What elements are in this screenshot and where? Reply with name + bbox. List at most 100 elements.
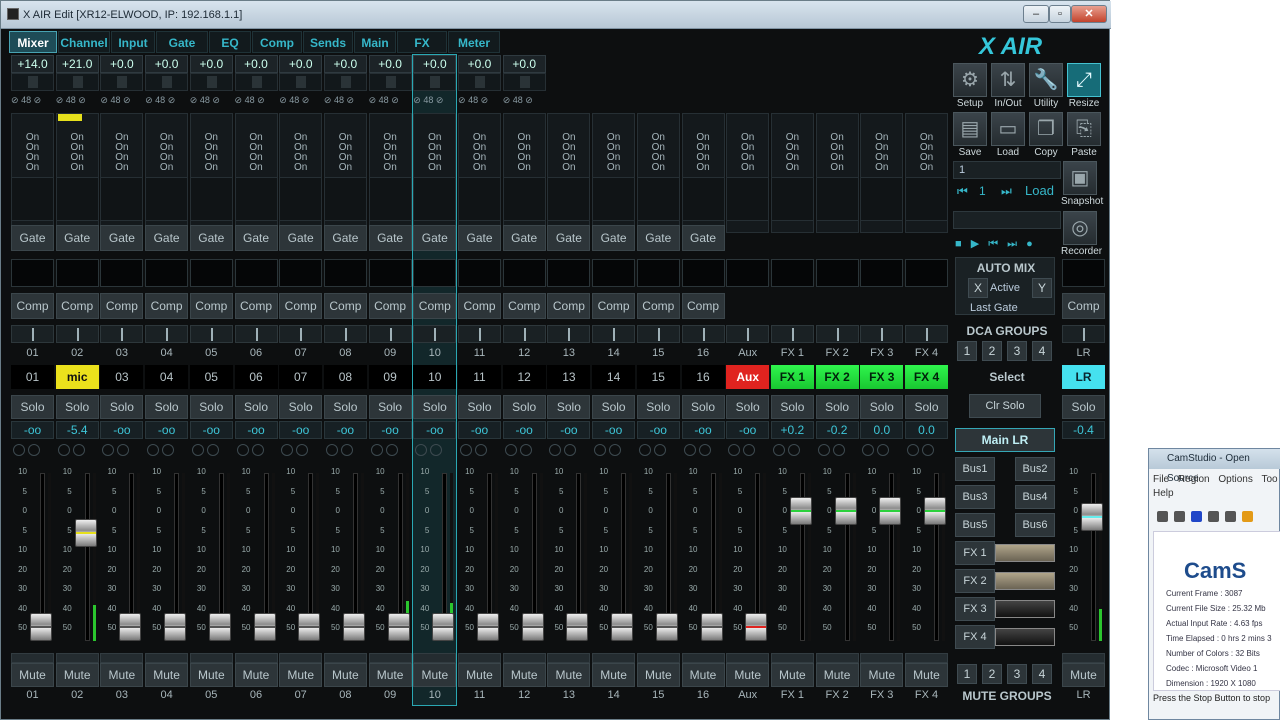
mute-button[interactable]: Mute (458, 663, 501, 687)
gain-knob[interactable] (323, 73, 367, 91)
solo-button[interactable]: Solo (413, 395, 457, 419)
channel-name[interactable]: 14 (592, 365, 636, 389)
fx-4-button[interactable]: FX 4 (955, 625, 995, 649)
comp-button[interactable]: Comp (592, 293, 636, 319)
channel-name[interactable]: 10 (413, 365, 457, 389)
dca-2-button[interactable]: 2 (982, 341, 1002, 361)
solo-button[interactable]: Solo (234, 395, 278, 419)
scene-next-icon[interactable]: ⏭ (1001, 184, 1012, 199)
phase-icon[interactable]: ⊘ (56, 95, 64, 105)
solo-button[interactable]: Solo (189, 395, 233, 419)
fader-knob[interactable] (789, 497, 812, 525)
solo-button[interactable]: Solo (860, 395, 904, 419)
fader[interactable]: 10 5 0 5 10 20 30 40 50 (324, 467, 367, 651)
gain-knob[interactable] (145, 73, 189, 91)
load-scene-button[interactable]: Load (1025, 183, 1054, 198)
solo-button[interactable]: Solo (11, 395, 54, 419)
utility-button[interactable]: 🔧 Utility (1027, 63, 1065, 111)
mute-button[interactable]: Mute (323, 663, 367, 687)
snapshot-button[interactable]: ▣ Snapshot (1061, 161, 1103, 209)
fader[interactable]: 10 5 0 5 10 20 30 40 50 (547, 467, 590, 651)
pan-control[interactable] (11, 325, 54, 343)
link-row[interactable]: ⊘ 48 ⊘ (503, 93, 546, 107)
mute-button[interactable]: Mute (413, 663, 457, 687)
fader-knob[interactable] (208, 613, 231, 641)
channel-name[interactable]: 15 (636, 365, 680, 389)
mute-group-2-button[interactable]: 2 (982, 664, 1002, 684)
mute-button[interactable]: Mute (636, 663, 680, 687)
solo-button[interactable]: Solo (905, 395, 948, 419)
recorder-button[interactable]: ◎ Recorder (1061, 211, 1102, 259)
gain-knob[interactable] (413, 73, 457, 91)
camstudio-menu-item[interactable]: Region (1178, 474, 1210, 485)
main-lr-button[interactable]: Main LR (955, 428, 1055, 452)
comp-button[interactable]: Comp (100, 293, 144, 319)
channel-name[interactable]: 06 (234, 365, 278, 389)
on-label[interactable]: On (413, 163, 456, 173)
mute-button[interactable]: Mute (681, 663, 725, 687)
gate-button[interactable]: Gate (592, 225, 636, 251)
comp-button[interactable]: Comp (279, 293, 323, 319)
gain-display[interactable]: +0.0 (368, 55, 412, 73)
fader[interactable]: 10 5 0 5 10 20 30 40 50 (637, 467, 680, 651)
title-bar[interactable]: X AIR Edit [XR12-ELWOOD, IP: 192.168.1.1… (1, 1, 1111, 29)
mute-button[interactable]: Mute (815, 663, 859, 687)
channel-name[interactable]: 08 (323, 365, 367, 389)
pan-control[interactable] (234, 325, 278, 343)
fader-knob[interactable] (566, 613, 589, 641)
link-row[interactable]: ⊘ 48 ⊘ (413, 93, 456, 107)
on-label[interactable]: On (860, 163, 903, 173)
scene-prev-icon[interactable]: ⏮ (957, 184, 968, 199)
comp-button[interactable]: Comp (413, 293, 457, 319)
fader[interactable]: 10 5 0 5 10 20 30 40 50 (592, 467, 635, 651)
resize-button[interactable]: ⤢ Resize (1065, 63, 1103, 111)
transport-controls[interactable]: ■ ▶ ⏮ ⏭ ● (955, 237, 1033, 251)
pan-control[interactable] (681, 325, 725, 343)
fader-knob[interactable] (432, 613, 455, 641)
load-button[interactable]: ▭ Load (989, 112, 1027, 160)
on-label[interactable]: On (369, 163, 412, 173)
fx-rack-thumbnail[interactable] (995, 600, 1055, 618)
fx-rack-thumbnail[interactable] (995, 544, 1055, 562)
phase-icon[interactable]: ⊘ (190, 95, 198, 105)
gain-knob[interactable] (11, 73, 54, 91)
gate-button[interactable]: Gate (11, 225, 54, 251)
gate-button[interactable]: Gate (234, 225, 278, 251)
gate-button[interactable]: Gate (189, 225, 233, 251)
tab-channel[interactable]: Channel (58, 31, 110, 53)
fader[interactable]: 10 5 0 5 10 20 30 40 50 (413, 467, 456, 651)
bus3-button[interactable]: Bus3 (955, 485, 995, 509)
gate-button[interactable]: Gate (100, 225, 144, 251)
gate-button[interactable]: Gate (55, 225, 99, 251)
fader-knob[interactable] (611, 613, 634, 641)
link-icon[interactable]: ⊘ (481, 95, 489, 105)
channel-name[interactable]: FX 3 (860, 365, 904, 389)
gate-button[interactable]: Gate (458, 225, 501, 251)
comp-button[interactable]: Comp (547, 293, 591, 319)
solo-button[interactable]: Solo (55, 395, 99, 419)
pan-control[interactable] (636, 325, 680, 343)
mute-button[interactable]: Mute (547, 663, 591, 687)
solo-button[interactable]: Solo (815, 395, 859, 419)
solo-button[interactable]: Solo (279, 395, 323, 419)
link-row[interactable]: ⊘ 48 ⊘ (100, 93, 143, 107)
fx-1-button[interactable]: FX 1 (955, 541, 995, 565)
fader-knob[interactable] (700, 613, 723, 641)
phase-icon[interactable]: ⊘ (11, 95, 19, 105)
fader-knob[interactable] (30, 613, 52, 641)
phase-icon[interactable]: ⊘ (458, 95, 466, 105)
link-icon[interactable]: ⊘ (168, 95, 176, 105)
link-icon[interactable]: ⊘ (34, 95, 42, 105)
mute-button[interactable]: Mute (860, 663, 904, 687)
comp-button[interactable]: Comp (636, 293, 680, 319)
solo-button[interactable]: Solo (547, 395, 591, 419)
phase-icon[interactable]: ⊘ (324, 95, 332, 105)
fader-knob[interactable] (164, 613, 187, 641)
automix-y-button[interactable]: Y (1032, 278, 1052, 298)
phase-icon[interactable]: ⊘ (369, 95, 377, 105)
fader[interactable]: 10 5 0 5 10 20 30 40 50 (369, 467, 412, 651)
link-row[interactable]: ⊘ 48 ⊘ (190, 93, 233, 107)
gain-display[interactable]: +0.0 (458, 55, 501, 73)
solo-button[interactable]: Solo (770, 395, 814, 419)
tab-input[interactable]: Input (111, 31, 155, 53)
